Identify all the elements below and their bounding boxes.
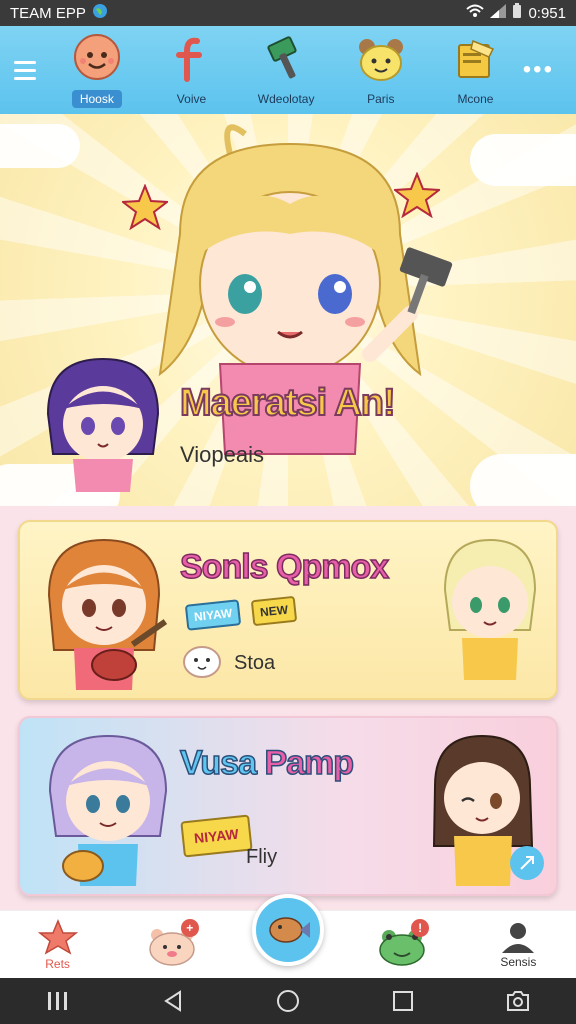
bear-face-icon xyxy=(355,35,407,88)
card-label: Fliy xyxy=(246,846,278,868)
notification-badge: ! xyxy=(411,918,430,937)
wifi-icon xyxy=(466,4,485,22)
bnav-item-rets[interactable]: Rets xyxy=(10,911,106,979)
content-card[interactable]: Sonls Qpmox NIYAW NEW Stoa xyxy=(18,520,558,700)
letter-f-icon xyxy=(171,35,211,88)
camera-button[interactable] xyxy=(488,978,548,1024)
cloud-decoration xyxy=(470,454,576,506)
lavender-character-illustration xyxy=(48,734,168,886)
center-action-button[interactable] xyxy=(251,893,324,966)
bnav-label: Sensis xyxy=(500,954,537,969)
nav-item-mcone[interactable]: Mcone xyxy=(428,30,523,110)
recents-button[interactable] xyxy=(28,978,88,1024)
user-icon xyxy=(502,922,535,953)
bnav-item-frog[interactable]: ! xyxy=(355,911,451,979)
content-card[interactable]: Vusa Pamp NIYAW Fliy xyxy=(18,716,558,896)
badge: NIYAW xyxy=(180,814,253,858)
nav-label: Paris xyxy=(367,91,395,106)
sheep-face-icon xyxy=(183,646,221,678)
bnav-item-pig[interactable]: + xyxy=(125,911,221,979)
card-title-part: Vusa xyxy=(179,743,258,783)
back-button[interactable] xyxy=(143,978,203,1024)
battery-icon xyxy=(512,3,522,23)
star-icon xyxy=(394,172,440,218)
arrow-icon xyxy=(520,856,534,870)
notification-badge: + xyxy=(180,918,199,937)
overview-button[interactable] xyxy=(373,978,433,1024)
nav-label: Hoosk xyxy=(71,89,122,108)
system-nav-bar xyxy=(0,978,576,1024)
nav-item-paris[interactable]: Paris xyxy=(333,30,428,110)
share-button[interactable] xyxy=(510,846,544,880)
carrier-label: TEAM EPP xyxy=(10,4,86,22)
blonde-character-illustration xyxy=(443,538,537,680)
badge: NIYAW xyxy=(184,599,242,631)
back-triangle-icon xyxy=(163,990,181,1012)
nav-label: Wdeolotay xyxy=(257,91,315,106)
badge: NEW xyxy=(250,595,298,627)
bnav-item-center[interactable] xyxy=(240,893,336,979)
smiley-face-icon xyxy=(71,33,123,86)
recents-icon xyxy=(47,992,67,1010)
square-icon xyxy=(393,991,414,1011)
star-icon xyxy=(37,918,78,955)
hero-title: Maeratsi An! xyxy=(179,381,397,425)
card-title-part: Pamp xyxy=(264,743,355,783)
top-nav: Hoosk Voive Wdeolotay Paris Mcone ••• xyxy=(0,26,576,114)
clock-time: 0:951 xyxy=(528,4,566,22)
globe-icon xyxy=(92,3,108,23)
more-dots-icon[interactable]: ••• xyxy=(523,56,566,84)
guitar-character-illustration xyxy=(47,538,168,690)
star-icon xyxy=(122,184,168,230)
status-bar: TEAM EPP 0:951 xyxy=(0,0,576,26)
bnav-item-sensis[interactable]: Sensis xyxy=(470,911,566,979)
bnav-label: Rets xyxy=(45,956,70,971)
cloud-decoration xyxy=(0,124,80,168)
signal-icon xyxy=(490,4,507,22)
home-circle-icon xyxy=(276,990,299,1012)
home-button[interactable] xyxy=(258,978,318,1024)
folder-icon xyxy=(453,35,497,88)
card-title: Sonls Qpmox xyxy=(179,547,390,587)
nav-label: Voive xyxy=(176,91,207,106)
hammer-icon xyxy=(264,35,308,88)
camera-icon xyxy=(507,991,530,1011)
nav-item-hoosk[interactable]: Hoosk xyxy=(50,30,145,110)
hamburger-menu-icon[interactable] xyxy=(10,60,50,80)
bottom-nav: Rets + ! Sensis xyxy=(0,893,576,979)
nav-label: Mcone xyxy=(457,91,494,106)
small-character-illustration xyxy=(46,357,160,492)
nav-item-voive[interactable]: Voive xyxy=(144,30,239,110)
nav-item-wdeolotay[interactable]: Wdeolotay xyxy=(239,30,334,110)
card-title: Vusa Pamp xyxy=(179,743,355,783)
hero-banner[interactable]: Maeratsi An! Viopeais xyxy=(0,114,576,506)
card-label: Stoa xyxy=(234,652,276,674)
fish-icon xyxy=(269,916,310,943)
hero-subtitle: Viopeais xyxy=(180,442,264,467)
main-character-illustration xyxy=(158,124,453,455)
cloud-decoration xyxy=(470,134,576,186)
